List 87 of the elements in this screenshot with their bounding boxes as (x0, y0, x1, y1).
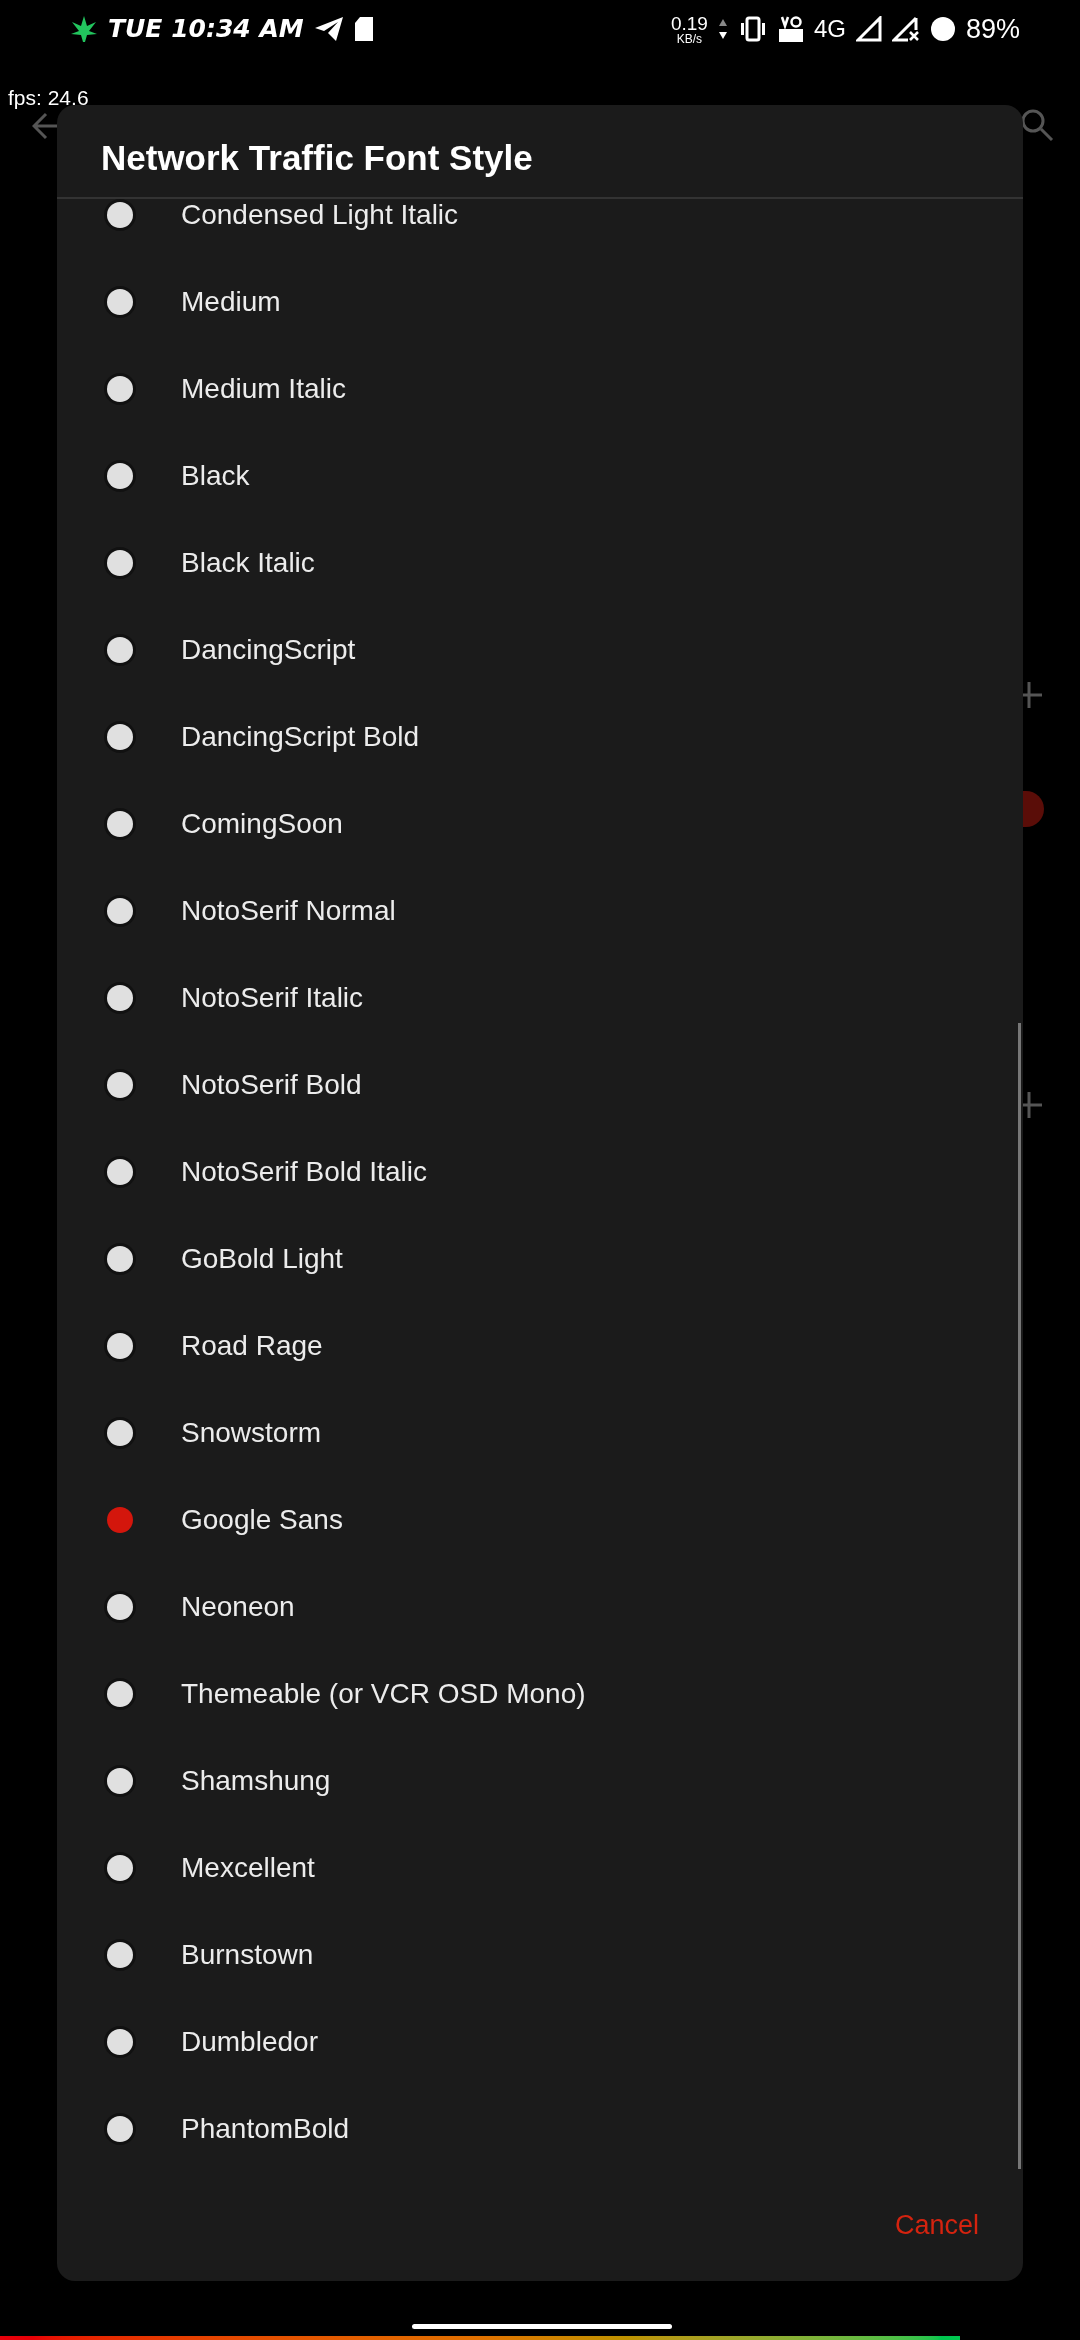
radio-button[interactable] (107, 810, 133, 837)
option-label: DancingScript (181, 632, 356, 667)
battery-circle-icon (929, 16, 956, 42)
net-speed-text: 0.19 (670, 13, 708, 33)
option-label: ComingSoon (181, 806, 343, 841)
network-type-text: 4G (813, 14, 846, 44)
net-unit-text: KB/s (676, 32, 703, 45)
option-label: Dumbledor (181, 2024, 318, 2059)
option-label: Condensed Light Italic (181, 199, 459, 232)
battery-text: 89% (965, 12, 1020, 46)
font-option[interactable]: Medium Italic (57, 345, 1023, 432)
font-option[interactable]: NotoSerif Bold (57, 1041, 1023, 1128)
radio-button[interactable] (107, 2028, 133, 2055)
search-icon (1020, 108, 1054, 142)
font-option[interactable]: Shamshung (57, 1737, 1023, 1824)
radio-button[interactable] (107, 1071, 133, 1098)
option-label: NotoSerif Bold Italic (181, 1154, 427, 1189)
option-label: PhantomBold (181, 2111, 350, 2146)
font-option[interactable]: GoBold Light (57, 1215, 1023, 1302)
option-label: GoBold Light (181, 1241, 343, 1276)
radio-button[interactable] (107, 288, 133, 315)
font-option[interactable]: NotoSerif Italic (57, 954, 1023, 1041)
radio-button[interactable] (107, 723, 133, 750)
font-option[interactable]: Road Rage (57, 1302, 1023, 1389)
font-option[interactable]: PhantomBold (57, 2085, 1023, 2169)
radio-button[interactable] (107, 1158, 133, 1185)
paper-plane-icon (313, 16, 344, 42)
font-option[interactable]: Black (57, 432, 1023, 519)
sd-card-icon (353, 16, 374, 42)
no-signal-icon (891, 16, 920, 42)
toggle-knob (1023, 791, 1044, 827)
option-label: Themeable (or VCR OSD Mono) (181, 1676, 586, 1711)
font-option[interactable]: Mexcellent (57, 1824, 1023, 1911)
radio-button[interactable] (107, 1332, 133, 1359)
option-label: Mexcellent (181, 1850, 315, 1885)
font-option[interactable]: Burnstown (57, 1911, 1023, 1998)
radio-button[interactable] (107, 1680, 133, 1707)
radio-button[interactable] (107, 1941, 133, 1968)
dialog-title: Network Traffic Font Style (101, 136, 533, 179)
option-label: Neoneon (181, 1589, 295, 1624)
radio-button[interactable] (107, 1506, 133, 1533)
up-down-arrows-icon (717, 17, 728, 41)
option-label: NotoSerif Bold (181, 1067, 362, 1102)
font-option[interactable]: Google Sans (57, 1476, 1023, 1563)
font-option[interactable]: Black Italic (57, 519, 1023, 606)
option-label: DancingScript Bold (181, 719, 420, 754)
font-option[interactable]: ComingSoon (57, 780, 1023, 867)
clock-text: TUE 10:34 AM (108, 13, 304, 46)
option-label: Road Rage (181, 1328, 323, 1363)
option-label: Burnstown (181, 1937, 314, 1972)
font-option[interactable]: DancingScript (57, 606, 1023, 693)
radio-button[interactable] (107, 1767, 133, 1794)
radio-button[interactable] (107, 1419, 133, 1446)
option-label: Snowstorm (181, 1415, 322, 1450)
font-option[interactable]: Medium (57, 258, 1023, 345)
plus-icon (1022, 1092, 1042, 1118)
radio-button[interactable] (107, 462, 133, 489)
radio-button[interactable] (107, 1245, 133, 1272)
radio-button[interactable] (107, 1593, 133, 1620)
option-label: Medium (181, 284, 281, 319)
option-label: NotoSerif Italic (181, 980, 364, 1015)
signal-icon (855, 16, 882, 42)
font-option[interactable]: Condensed Light Italic (57, 199, 1023, 258)
radio-button[interactable] (107, 1854, 133, 1881)
radio-button[interactable] (107, 201, 133, 228)
radio-button[interactable] (107, 897, 133, 924)
fps-text: fps: 24.6 (8, 85, 89, 111)
radio-button[interactable] (107, 984, 133, 1011)
font-option[interactable]: Snowstorm (57, 1389, 1023, 1476)
option-label: Black Italic (181, 545, 315, 580)
font-option[interactable]: Dumbledor (57, 1998, 1023, 2085)
plus-icon (1022, 682, 1042, 708)
radio-button[interactable] (107, 549, 133, 576)
radio-button[interactable] (107, 375, 133, 402)
font-option[interactable]: DancingScript Bold (57, 693, 1023, 780)
font-option[interactable]: Themeable (or VCR OSD Mono) (57, 1650, 1023, 1737)
option-label: Black (181, 458, 250, 493)
option-label: Google Sans (181, 1502, 343, 1537)
radio-button[interactable] (107, 2115, 133, 2142)
volte-icon (777, 15, 804, 43)
font-option[interactable]: Neoneon (57, 1563, 1023, 1650)
font-option[interactable]: NotoSerif Normal (57, 867, 1023, 954)
font-option[interactable]: NotoSerif Bold Italic (57, 1128, 1023, 1215)
option-label: Medium Italic (181, 371, 346, 406)
option-label: NotoSerif Normal (181, 893, 396, 928)
radio-button[interactable] (107, 636, 133, 663)
option-label: Shamshung (181, 1763, 331, 1798)
